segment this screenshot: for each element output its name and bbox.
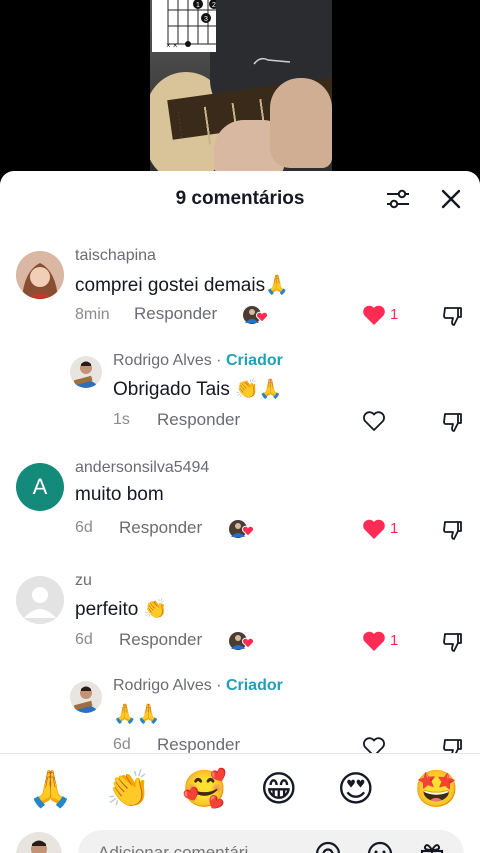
- comments-sheet: 9 comentários taischapina comprei gostei…: [0, 171, 480, 853]
- woman-photo-icon: [16, 251, 64, 299]
- heart-outline-icon[interactable]: [362, 736, 386, 753]
- man-photo-icon: [16, 832, 62, 853]
- comment-username[interactable]: zu: [75, 572, 92, 590]
- comments-list[interactable]: taischapina comprei gostei demais🙏 8min …: [0, 231, 480, 753]
- comment-username: Rodrigo Alves · Criador: [113, 352, 283, 370]
- emoji-smiling-hearts[interactable]: 🥰: [182, 770, 227, 810]
- like-count: 1: [390, 632, 399, 649]
- creator-name[interactable]: Rodrigo Alves: [113, 352, 212, 369]
- creator-liked-icon: [243, 306, 269, 324]
- comment-time: 6d: [113, 736, 131, 753]
- avatar-letter[interactable]: A: [16, 463, 64, 511]
- emoji-icon[interactable]: [366, 840, 394, 853]
- comment-username[interactable]: taischapina: [75, 247, 156, 265]
- comment-time: 1s: [113, 411, 130, 428]
- video-preview[interactable]: 1 2 3 × ×: [150, 0, 332, 180]
- comment-time: 6d: [75, 631, 93, 648]
- dislike-icon[interactable]: [441, 737, 463, 753]
- comment-time: 6d: [75, 519, 93, 536]
- comment-composer: 🙏 👏 🥰 😁 😍 🤩: [0, 753, 480, 853]
- comment-text: 🙏🙏: [113, 704, 161, 725]
- reply-button[interactable]: Responder: [157, 410, 240, 430]
- comment-username[interactable]: andersonsilva5494: [75, 459, 209, 477]
- like-count: 1: [390, 520, 399, 537]
- comment-text: muito bom: [75, 484, 164, 505]
- gift-icon[interactable]: [418, 840, 446, 853]
- chord-mark-3: 3: [204, 16, 208, 23]
- avatar[interactable]: [16, 576, 64, 624]
- creator-badge: Criador: [225, 677, 283, 694]
- dislike-icon[interactable]: [441, 631, 463, 653]
- dislike-icon[interactable]: [441, 411, 463, 433]
- reply-button[interactable]: Responder: [119, 630, 202, 650]
- comment-time: 8min: [75, 306, 110, 323]
- man-photo-icon: [70, 681, 102, 713]
- comment-item: A andersonsilva5494 muito bom 6d Respond…: [0, 441, 480, 551]
- comment-text: Obrigado Tais 👏🙏: [113, 379, 283, 400]
- chord-mark-1: 1: [196, 2, 200, 9]
- reply-button[interactable]: Responder: [119, 518, 202, 538]
- emoji-star-struck[interactable]: 🤩: [414, 770, 459, 810]
- dislike-icon[interactable]: [441, 305, 463, 327]
- comment-input-box[interactable]: [78, 830, 464, 853]
- comment-text: comprei gostei demais🙏: [75, 275, 289, 296]
- input-row: [0, 826, 480, 853]
- avatar[interactable]: [16, 251, 64, 299]
- comment-item: zu perfeito 👏 6d Responder 1: [0, 551, 480, 656]
- dislike-icon[interactable]: [441, 519, 463, 541]
- emoji-grin[interactable]: 😁: [260, 770, 298, 810]
- avatar[interactable]: [70, 356, 102, 388]
- creator-liked-icon: [229, 520, 255, 538]
- like-count: 1: [390, 306, 399, 323]
- mention-icon[interactable]: [314, 840, 342, 853]
- avatar[interactable]: [70, 681, 102, 713]
- shirt-logo: [253, 57, 291, 65]
- comment-username: Rodrigo Alves · Criador: [113, 677, 283, 695]
- comment-item: taischapina comprei gostei demais🙏 8min …: [0, 231, 480, 331]
- heart-filled-icon[interactable]: [362, 630, 386, 652]
- creator-liked-icon: [229, 632, 255, 650]
- reply-button[interactable]: Responder: [157, 735, 240, 753]
- quick-emoji-bar: 🙏 👏 🥰 😁 😍 🤩: [0, 770, 480, 814]
- heart-outline-icon[interactable]: [362, 410, 386, 432]
- close-icon[interactable]: [440, 188, 462, 210]
- heart-filled-icon[interactable]: [362, 304, 386, 326]
- emoji-heart-eyes[interactable]: 😍: [337, 770, 375, 810]
- creator-badge: Criador: [225, 352, 283, 369]
- hand-right: [270, 78, 332, 168]
- man-photo-icon: [70, 356, 102, 388]
- separator-dot: ·: [211, 352, 226, 369]
- emoji-clap[interactable]: 👏: [106, 770, 151, 810]
- chord-grid: 1 2 3 × ×: [166, 0, 219, 50]
- reply-item: Rodrigo Alves · Criador 🙏🙏 6d Responder: [0, 656, 480, 753]
- comment-input[interactable]: [96, 842, 300, 853]
- emoji-pray[interactable]: 🙏: [28, 770, 73, 810]
- reply-item: Rodrigo Alves · Criador Obrigado Tais 👏🙏…: [0, 331, 480, 441]
- chord-mark-2: 2: [212, 2, 216, 9]
- chord-muted-strings: × ×: [166, 41, 178, 50]
- my-avatar[interactable]: [16, 832, 62, 853]
- heart-filled-icon[interactable]: [362, 518, 386, 540]
- chord-diagram: 1 2 3 × ×: [152, 0, 219, 52]
- filter-icon[interactable]: [385, 187, 411, 211]
- comment-text: perfeito 👏: [75, 599, 168, 620]
- default-avatar-icon: [16, 576, 64, 624]
- reply-button[interactable]: Responder: [134, 304, 217, 324]
- creator-name[interactable]: Rodrigo Alves: [113, 677, 212, 694]
- separator-dot: ·: [211, 677, 226, 694]
